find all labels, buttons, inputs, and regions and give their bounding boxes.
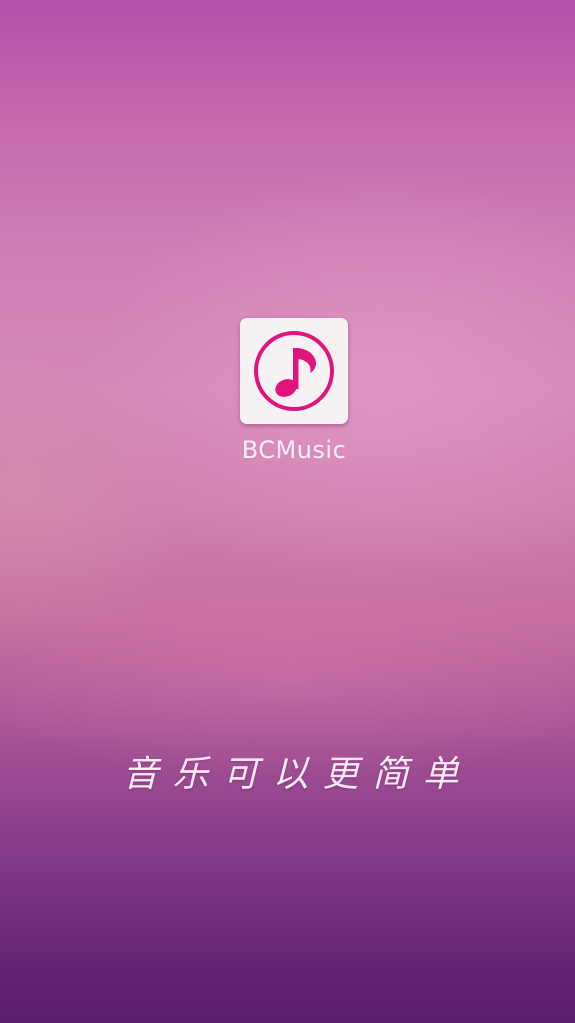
splash-screen: BCMusic 音乐可以更简单 — [0, 0, 575, 1023]
slogan-text: 音乐可以更简单 — [122, 754, 473, 795]
music-note-icon — [254, 331, 334, 411]
app-name: BCMusic — [241, 436, 347, 464]
app-logo — [240, 318, 348, 424]
